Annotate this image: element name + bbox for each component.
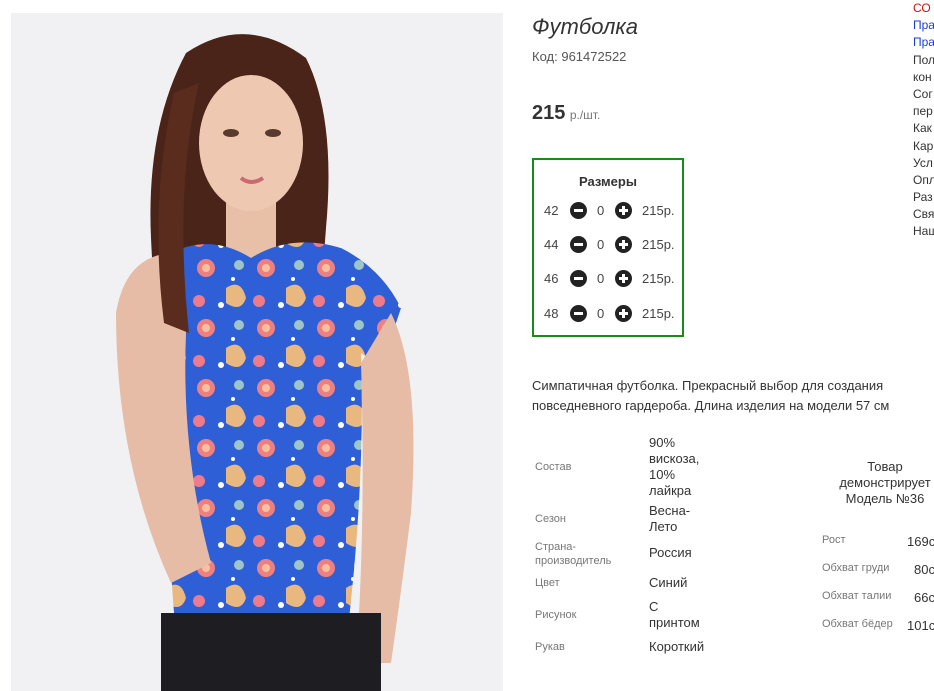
size-label: 48	[544, 306, 559, 321]
model-heading: Товар демонстрирует Модель №36	[839, 459, 931, 506]
size-qty: 0	[597, 203, 605, 218]
property-value: Россия	[649, 545, 692, 560]
increase-qty-button[interactable]	[615, 202, 632, 219]
sizes-title: Размеры	[579, 174, 637, 189]
product-photo-illustration	[116, 34, 414, 691]
product-description: Симпатичная футболка. Прекрасный выбор д…	[532, 378, 890, 413]
product-photo[interactable]	[11, 13, 503, 691]
decrease-qty-button[interactable]	[570, 305, 587, 322]
size-label: 46	[544, 271, 559, 286]
decrease-qty-button[interactable]	[570, 270, 587, 287]
size-price: 215р.	[642, 306, 675, 321]
side-nav-item[interactable]: Пра	[913, 34, 934, 51]
product-title: Футболка	[532, 14, 638, 39]
model-param-label: Обхват талии	[822, 590, 892, 602]
property-value: Весна-Лето	[649, 503, 691, 534]
decrease-qty-button[interactable]	[570, 236, 587, 253]
property-label: Цвет	[535, 577, 560, 589]
product-code-label: Код:	[532, 49, 558, 64]
side-nav: СО Пра Пра Пол кон Сог пер Как Кар Усл О…	[913, 0, 934, 241]
property-value: Короткий	[649, 639, 705, 654]
model-param-value: 80см	[914, 562, 934, 577]
side-nav-item[interactable]: пер	[913, 103, 934, 120]
size-qty: 0	[597, 306, 605, 321]
size-price: 215р.	[642, 237, 675, 252]
size-price: 215р.	[642, 203, 675, 218]
size-selector: Размеры 42 0 215р. 44 0 215р. 46 0 215р.…	[532, 158, 684, 337]
model-param-label: Обхват груди	[822, 562, 890, 574]
decrease-qty-button[interactable]	[570, 202, 587, 219]
property-label: Рукав	[535, 641, 565, 653]
side-nav-item[interactable]: кон	[913, 69, 934, 86]
property-value: 90% вискоза, 10% лайкра	[649, 435, 700, 498]
model-param-label: Обхват бёдер	[822, 618, 893, 630]
property-label: Сезон	[535, 513, 566, 525]
model-param-value: 66см	[914, 590, 934, 605]
size-qty: 0	[597, 271, 605, 286]
increase-qty-button[interactable]	[615, 305, 632, 322]
side-nav-item[interactable]: Сог	[913, 86, 934, 103]
side-nav-item[interactable]: Усл	[913, 155, 934, 172]
increase-qty-button[interactable]	[615, 236, 632, 253]
price-unit: р./шт.	[569, 108, 601, 122]
side-nav-item[interactable]: Пол	[913, 52, 934, 69]
size-label: 44	[544, 237, 559, 252]
property-label: Состав	[535, 461, 572, 473]
product-price: 215 р./шт.	[532, 102, 600, 125]
size-price: 215р.	[642, 271, 675, 286]
product-code-value: 961472522	[561, 49, 627, 64]
property-label: Страна-производитель	[535, 541, 612, 567]
product-code: Код: 961472522	[532, 49, 626, 64]
side-nav-item[interactable]: Раз	[913, 189, 934, 206]
size-qty: 0	[597, 237, 605, 252]
side-nav-item[interactable]: Наш	[913, 223, 934, 240]
model-param-value: 169см	[907, 534, 934, 549]
property-label: Рисунок	[535, 609, 577, 621]
model-param-label: Рост	[822, 534, 846, 546]
side-nav-item[interactable]: СО	[913, 0, 934, 17]
property-value: С принтом	[649, 599, 700, 630]
side-nav-item[interactable]: Кар	[913, 138, 934, 155]
side-nav-item[interactable]: Пра	[913, 17, 934, 34]
model-param-value: 101см	[907, 618, 934, 633]
size-label: 42	[544, 203, 559, 218]
increase-qty-button[interactable]	[615, 270, 632, 287]
property-value: Синий	[649, 575, 688, 590]
side-nav-item[interactable]: Как	[913, 120, 934, 137]
price-value: 215	[532, 102, 566, 124]
side-nav-item[interactable]: Свя	[913, 206, 934, 223]
side-nav-item[interactable]: Опл	[913, 172, 934, 189]
